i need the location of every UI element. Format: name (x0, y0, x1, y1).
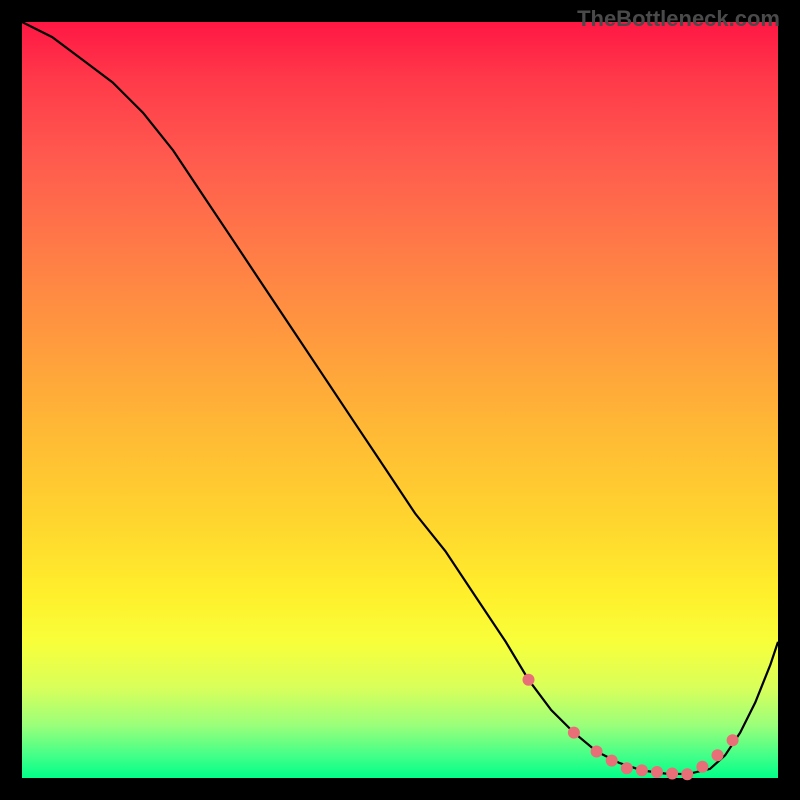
marker-group (523, 674, 739, 781)
bottleneck-curve (22, 22, 778, 774)
chart-plot-area (22, 22, 778, 778)
data-marker (636, 764, 648, 776)
data-marker (727, 734, 739, 746)
data-marker (651, 766, 663, 778)
chart-svg (22, 22, 778, 778)
data-marker (591, 746, 603, 758)
data-marker (523, 674, 535, 686)
data-marker (606, 755, 618, 767)
data-marker (681, 768, 693, 780)
data-marker (621, 762, 633, 774)
data-marker (696, 761, 708, 773)
data-marker (568, 727, 580, 739)
data-marker (666, 768, 678, 780)
data-marker (712, 749, 724, 761)
watermark-text: TheBottleneck.com (577, 6, 780, 32)
